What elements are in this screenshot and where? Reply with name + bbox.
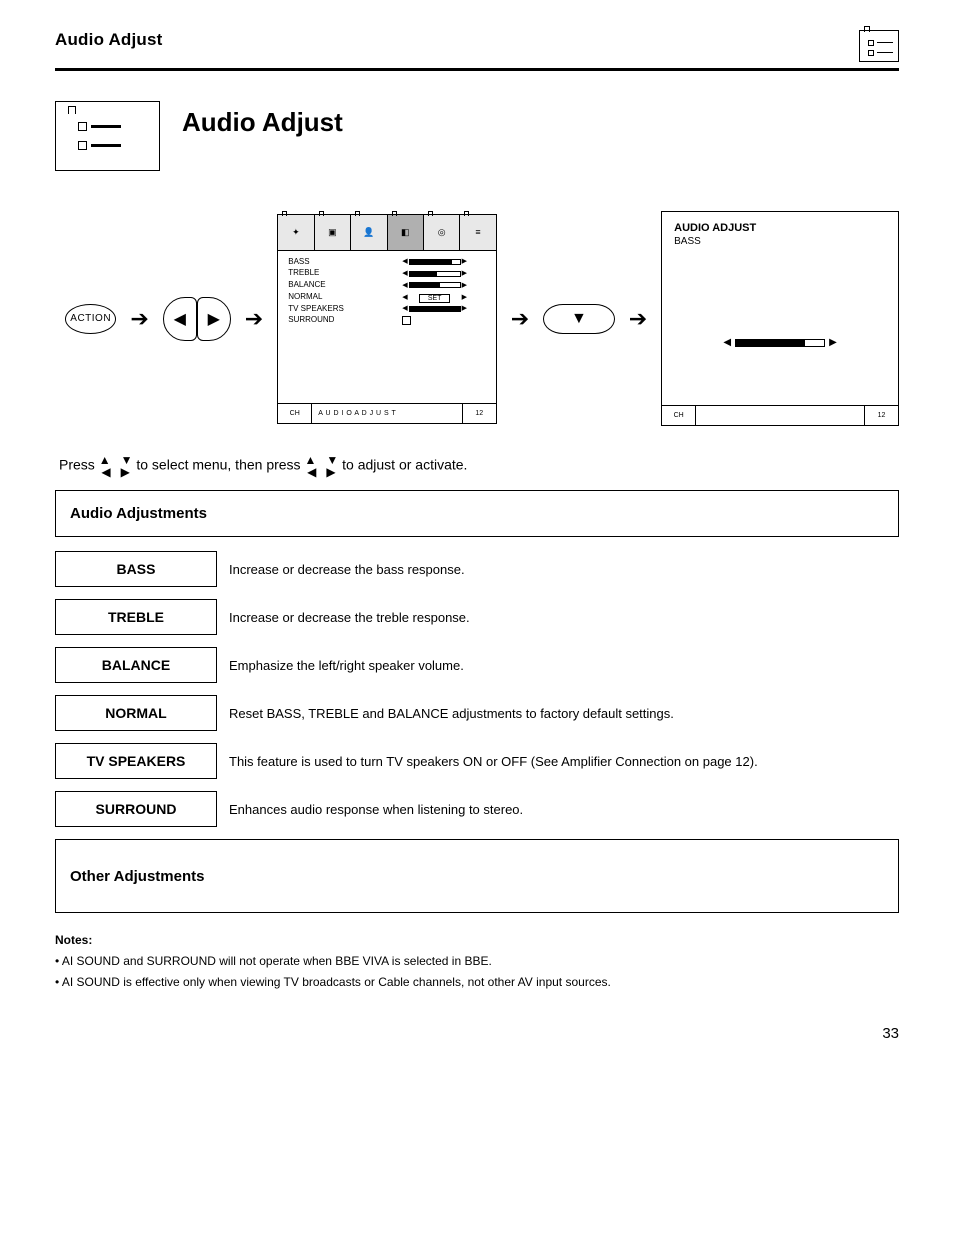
navigation-row: ACTION ➔ ◀ ▶ ➔ ✦ ▣ 👤 ◧ ◎ ≡ BASS◀▶ TREBLE… xyxy=(65,211,899,426)
detail-screen: AUDIO ADJUST BASS ◀▶ CH 12 xyxy=(661,211,899,426)
arrow-right-icon: ➔ xyxy=(130,308,148,330)
tab-1: ✦ xyxy=(278,215,314,250)
arrow-right-icon: ➔ xyxy=(245,308,263,330)
status-bar: CH 12 xyxy=(662,405,898,425)
page-header: Audio Adjust xyxy=(55,30,899,71)
section-header-audio: Audio Adjustments xyxy=(55,490,899,537)
tab-4-selected: ◧ xyxy=(388,215,424,250)
detail-sub: BASS xyxy=(674,236,886,247)
banner-icon xyxy=(55,101,160,171)
banner: Audio Adjust xyxy=(55,101,899,171)
action-button[interactable]: ACTION xyxy=(65,304,116,334)
dpad-icon: ▲▼ ◀▶ xyxy=(99,454,133,478)
page-number: 33 xyxy=(55,1025,899,1042)
notes-title: Notes: xyxy=(55,931,899,949)
setting-row-treble: TREBLE Increase or decrease the treble r… xyxy=(55,599,899,635)
banner-title: Audio Adjust xyxy=(182,107,343,138)
menu-body: BASS◀▶ TREBLE◀▶ BALANCE◀▶ NORMAL◀SET▶ TV… xyxy=(278,251,496,330)
tab-3: 👤 xyxy=(351,215,387,250)
header-label: Audio Adjust xyxy=(55,30,163,50)
tab-6: ≡ xyxy=(460,215,495,250)
detail-title: AUDIO ADJUST xyxy=(674,222,886,234)
dpad-icon: ▲▼ ◀▶ xyxy=(304,454,338,478)
tab-5: ◎ xyxy=(424,215,460,250)
setting-row-normal: NORMAL Reset BASS, TREBLE and BALANCE ad… xyxy=(55,695,899,731)
status-bar: CH A U D I O A D J U S T 12 xyxy=(278,403,496,423)
nav-left-button[interactable]: ◀ xyxy=(163,297,197,341)
setting-row-surround: SURROUND Enhances audio response when li… xyxy=(55,791,899,827)
nav-right-button[interactable]: ▶ xyxy=(197,297,231,341)
setting-row-tv-speakers: TV SPEAKERS This feature is used to turn… xyxy=(55,743,899,779)
header-small-icon xyxy=(859,30,899,62)
menu-screen: ✦ ▣ 👤 ◧ ◎ ≡ BASS◀▶ TREBLE◀▶ BALANCE◀▶ NO… xyxy=(277,214,497,424)
instruction-line: Press ▲▼ ◀▶ to select menu, then press ▲… xyxy=(59,454,899,478)
tab-2: ▣ xyxy=(315,215,351,250)
arrow-right-icon: ➔ xyxy=(629,308,647,330)
setting-row-balance: BALANCE Emphasize the left/right speaker… xyxy=(55,647,899,683)
detail-slider: ◀▶ xyxy=(674,337,886,348)
nav-down-button[interactable]: ▼ xyxy=(543,304,614,334)
tab-strip: ✦ ▣ 👤 ◧ ◎ ≡ xyxy=(278,215,496,251)
notes-block: Notes: • AI SOUND and SURROUND will not … xyxy=(55,931,899,991)
section-header-other: Other Adjustments xyxy=(55,839,899,913)
arrow-right-icon: ➔ xyxy=(511,308,529,330)
setting-row-bass: BASS Increase or decrease the bass respo… xyxy=(55,551,899,587)
